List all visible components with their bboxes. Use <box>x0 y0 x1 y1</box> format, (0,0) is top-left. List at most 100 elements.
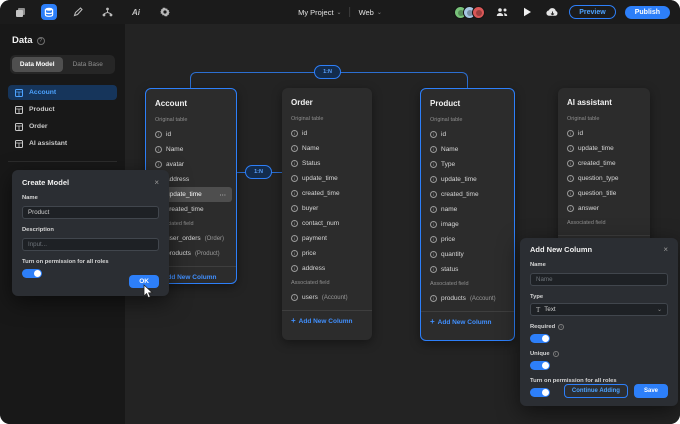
close-icon[interactable]: × <box>663 246 668 254</box>
topbar: Ai My Project ⌄ Web ⌄ <box>0 0 680 24</box>
entity-card-order[interactable]: OrderOriginal tableiidiNameiStatusiupdat… <box>282 88 372 340</box>
field-row[interactable]: icreated_time <box>558 156 650 171</box>
field-row[interactable]: iid <box>421 127 514 142</box>
table-icon <box>15 140 23 148</box>
field-ref-model: (Product) <box>195 251 220 257</box>
field-name: created_time <box>441 191 479 198</box>
required-label: Required <box>530 324 555 330</box>
field-type-icon: i <box>291 250 298 257</box>
create-model-modal: Create Model × Name Description Turn on … <box>12 170 169 296</box>
tab-data-model[interactable]: Data Model <box>12 57 63 72</box>
field-row[interactable]: icreated_time <box>282 186 372 201</box>
entity-card-product[interactable]: ProductOriginal tableiidiNameiTypeiupdat… <box>420 88 515 341</box>
model-name-input[interactable] <box>22 206 159 219</box>
cloud-build-icon[interactable] <box>544 4 560 20</box>
column-name-input[interactable] <box>530 273 668 286</box>
relation-badge[interactable]: 1:N <box>314 65 341 79</box>
field-row[interactable]: icontact_num <box>282 216 372 231</box>
plus-icon: + <box>430 318 435 326</box>
field-row[interactable]: iid <box>282 126 372 141</box>
ok-button[interactable]: OK <box>129 275 159 288</box>
sidebar-item-order[interactable]: Order <box>8 119 117 134</box>
sidebar-item-product[interactable]: Product <box>8 102 117 117</box>
field-row[interactable]: iquestion_type <box>558 171 650 186</box>
more-icon[interactable]: ⋯ <box>220 191 228 199</box>
chevron-down-icon: ⌄ <box>337 9 342 16</box>
run-play-icon[interactable] <box>519 4 535 20</box>
field-row[interactable]: icreated_time <box>421 187 514 202</box>
table-icon <box>15 89 23 97</box>
field-type-icon: i <box>567 160 574 167</box>
permission-toggle[interactable] <box>22 269 42 278</box>
field-row[interactable]: iname <box>421 202 514 217</box>
field-row[interactable]: iupdate_time <box>558 141 650 156</box>
field-row[interactable]: iid <box>558 126 650 141</box>
platform-dropdown[interactable]: Web ⌄ <box>359 8 382 17</box>
field-row[interactable]: istatus <box>421 262 514 277</box>
field-row[interactable]: iprice <box>282 246 372 261</box>
preview-button[interactable]: Preview <box>569 5 615 19</box>
field-row[interactable]: ianswer <box>558 201 650 216</box>
field-row[interactable]: iName <box>421 142 514 157</box>
collaborators-icon[interactable] <box>494 4 510 20</box>
tab-data-base[interactable]: Data Base <box>63 57 114 72</box>
field-row[interactable]: ibuyer <box>282 201 372 216</box>
add-new-column-label: Add New Column <box>299 318 353 325</box>
required-toggle[interactable] <box>530 334 550 343</box>
settings-gear-icon[interactable] <box>157 4 173 20</box>
sidebar-item-label: AI assistant <box>29 140 67 147</box>
field-type-icon: i <box>155 131 162 138</box>
field-row[interactable]: iaddress <box>282 261 372 276</box>
field-row[interactable]: iupdate_time <box>282 171 372 186</box>
project-switcher: My Project ⌄ Web ⌄ <box>298 0 382 24</box>
sidebar-item-ai-assistant[interactable]: AI assistant <box>8 136 117 151</box>
model-description-input[interactable] <box>22 238 159 251</box>
pages-icon[interactable] <box>12 4 28 20</box>
help-icon[interactable]: ? <box>37 37 45 45</box>
sidebar-model-list: Account Product Order AI assistant <box>0 85 125 151</box>
topbar-actions: Preview Publish <box>454 0 670 24</box>
field-row[interactable]: iprice <box>421 232 514 247</box>
sidebar-item-account[interactable]: Account <box>8 85 117 100</box>
field-row[interactable]: iName <box>282 141 372 156</box>
unique-toggle[interactable] <box>530 361 550 370</box>
design-pen-icon[interactable] <box>70 4 86 20</box>
plus-icon: + <box>291 317 296 325</box>
add-new-column-button[interactable]: +Add New Column <box>282 310 372 331</box>
field-row[interactable]: iName <box>146 142 236 157</box>
field-type-icon: i <box>291 294 298 301</box>
field-name: buyer <box>302 205 318 212</box>
field-type-icon: i <box>567 130 574 137</box>
avatar[interactable] <box>472 6 485 19</box>
app-window: Ai My Project ⌄ Web ⌄ <box>0 0 680 424</box>
ai-icon[interactable]: Ai <box>128 4 144 20</box>
add-new-column-button[interactable]: +Add New Column <box>421 311 514 332</box>
field-row[interactable]: iStatus <box>282 156 372 171</box>
field-row[interactable]: iimage <box>421 217 514 232</box>
project-dropdown[interactable]: My Project ⌄ <box>298 8 341 17</box>
database-icon[interactable] <box>41 4 57 20</box>
field-type-icon: i <box>567 145 574 152</box>
publish-button[interactable]: Publish <box>625 6 670 19</box>
field-row[interactable]: iType <box>421 157 514 172</box>
modal-title: Create Model <box>22 178 69 187</box>
field-row[interactable]: iquantity <box>421 247 514 262</box>
field-row[interactable]: iquestion_title <box>558 186 650 201</box>
field-row[interactable]: iproducts(Account) <box>421 291 514 306</box>
field-row[interactable]: iupdate_time <box>421 172 514 187</box>
save-button[interactable]: Save <box>634 384 668 398</box>
field-type-icon: i <box>430 221 437 228</box>
continue-adding-button[interactable]: Continue Adding <box>564 384 628 398</box>
actionflow-icon[interactable] <box>99 4 115 20</box>
unique-label: Unique <box>530 351 550 357</box>
field-name: address <box>302 265 325 272</box>
field-row[interactable]: ipayment <box>282 231 372 246</box>
type-select[interactable]: T Text ⌄ <box>530 303 668 316</box>
field-name: name <box>441 206 457 213</box>
field-row[interactable]: iusers(Account) <box>282 290 372 305</box>
permission-toggle[interactable] <box>530 388 550 397</box>
text-type-icon: T <box>536 306 540 314</box>
relation-badge[interactable]: 1:N <box>245 165 272 179</box>
field-row[interactable]: iid <box>146 127 236 142</box>
close-icon[interactable]: × <box>154 179 159 187</box>
